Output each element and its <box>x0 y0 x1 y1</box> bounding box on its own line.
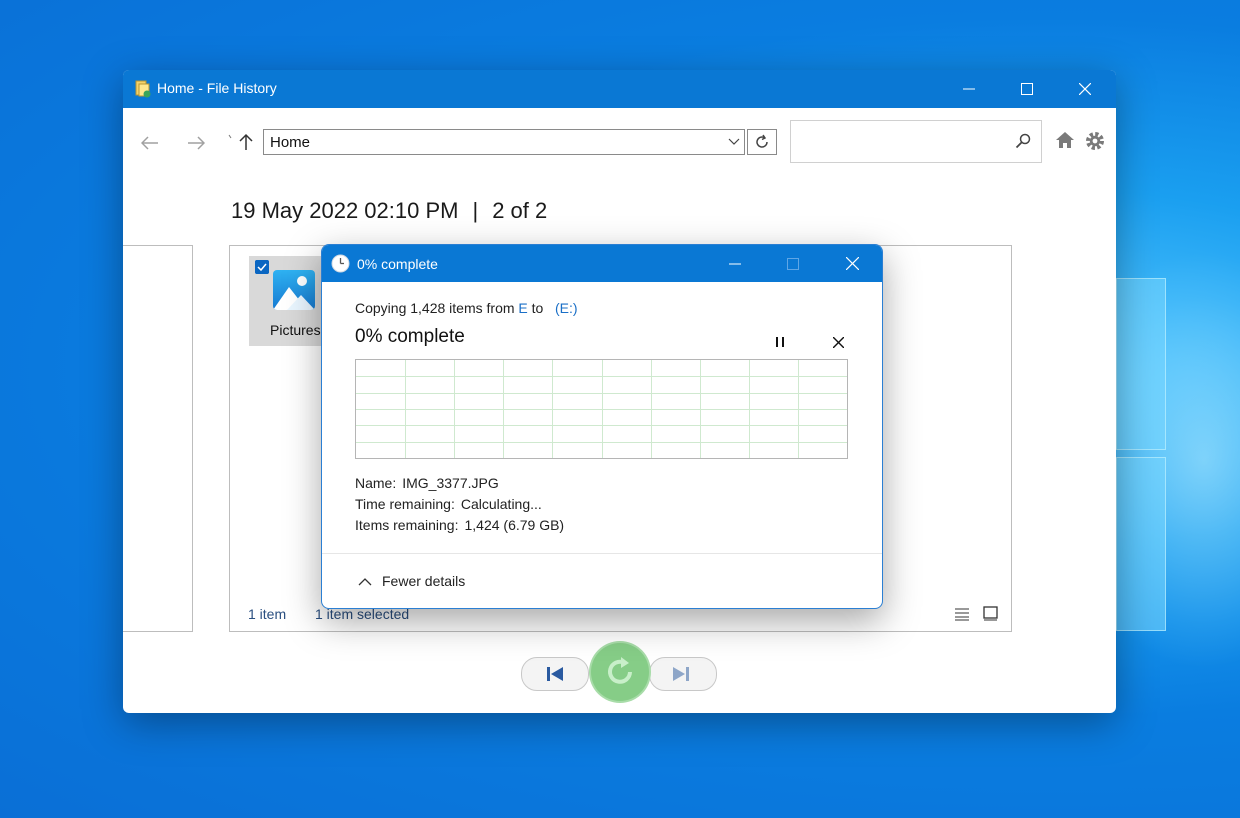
detail-value: IMG_3377.JPG <box>402 475 499 491</box>
copy-summary-text: Copying 1,428 items from <box>355 300 515 316</box>
dialog-close-button[interactable] <box>824 245 880 282</box>
close-icon <box>845 257 859 270</box>
window-title: Home - File History <box>157 80 277 96</box>
refresh-button[interactable] <box>747 129 777 155</box>
clock-icon <box>331 254 350 273</box>
dialog-maximize-button <box>765 245 821 282</box>
pause-icon <box>776 337 784 347</box>
forward-arrow-icon[interactable] <box>187 136 205 150</box>
details-view-icon[interactable] <box>955 607 969 621</box>
folder-label: Pictures <box>270 322 321 338</box>
search-icon[interactable] <box>1015 133 1031 149</box>
header-separator: | <box>472 198 479 223</box>
windows-logo-pane-bottom <box>1116 457 1166 631</box>
file-history-app-icon <box>135 80 151 98</box>
cancel-copy-button[interactable] <box>826 330 850 354</box>
fewer-details-label: Fewer details <box>382 573 466 589</box>
minimize-icon <box>729 263 741 264</box>
previous-version-pane[interactable] <box>123 245 193 632</box>
detail-value: Calculating... <box>460 496 542 512</box>
detail-name-row: Name: IMG_3377.JPG <box>355 475 499 491</box>
back-arrow-icon[interactable] <box>141 136 159 150</box>
maximize-disabled-icon <box>787 257 799 270</box>
detail-items-row: Items remaining: 1,424 (6.79 GB) <box>355 517 564 533</box>
search-input[interactable] <box>790 120 1042 163</box>
chevron-up-icon <box>358 577 372 585</box>
playback-controls <box>521 643 717 701</box>
previous-version-button[interactable] <box>521 657 589 691</box>
windows-logo-pane-top <box>1116 278 1166 450</box>
copy-progress-dialog: 0% complete Copying 1,428 items from E t… <box>321 244 883 609</box>
progress-percent: 0% complete <box>355 326 465 347</box>
dialog-title: 0% complete <box>357 256 438 272</box>
maximize-button[interactable] <box>998 70 1056 108</box>
dialog-divider <box>322 553 882 554</box>
minimize-icon <box>963 88 975 90</box>
gear-icon[interactable] <box>1085 131 1105 151</box>
navigation-bar: Home <box>123 108 1116 178</box>
large-icons-view-icon[interactable] <box>983 606 998 621</box>
destination-link[interactable]: (E:) <box>555 300 578 316</box>
pause-button[interactable] <box>768 330 792 354</box>
dialog-title-bar: 0% complete <box>322 245 882 282</box>
source-link[interactable]: E <box>518 300 527 316</box>
speed-graph-grid <box>356 360 847 458</box>
version-position: 2 of 2 <box>492 198 548 223</box>
restore-icon <box>608 657 632 684</box>
backup-date-header: 19 May 2022 02:10 PM | 2 of 2 <box>231 198 547 224</box>
address-text: Home <box>270 134 311 151</box>
item-count: 1 item <box>248 606 287 622</box>
checkbox-checked-icon[interactable] <box>255 260 269 274</box>
fewer-details-toggle[interactable]: Fewer details <box>358 573 465 589</box>
close-button[interactable] <box>1056 70 1114 108</box>
minimize-button[interactable] <box>940 70 998 108</box>
home-icon[interactable] <box>1055 131 1075 149</box>
recent-locations-chevron-icon[interactable] <box>228 134 234 140</box>
detail-label: Items remaining: <box>355 517 459 533</box>
skip-previous-icon <box>547 667 563 681</box>
chevron-down-icon[interactable] <box>728 135 740 147</box>
maximize-icon <box>1021 83 1033 95</box>
copy-summary: Copying 1,428 items from E to (E:) <box>355 300 578 316</box>
up-arrow-icon[interactable] <box>239 133 253 151</box>
skip-next-icon <box>673 667 689 681</box>
transfer-speed-graph <box>355 359 848 459</box>
detail-label: Time remaining: <box>355 496 455 512</box>
backup-date: 19 May 2022 02:10 PM <box>231 198 459 223</box>
address-bar[interactable]: Home <box>263 129 745 155</box>
title-bar: Home - File History <box>123 70 1116 108</box>
dialog-minimize-button[interactable] <box>707 245 763 282</box>
detail-time-row: Time remaining: Calculating... <box>355 496 542 512</box>
close-icon <box>832 336 844 348</box>
restore-button[interactable] <box>591 643 649 701</box>
detail-label: Name: <box>355 475 397 491</box>
close-icon <box>1079 83 1091 95</box>
detail-value: 1,424 (6.79 GB) <box>464 517 565 533</box>
next-version-button[interactable] <box>649 657 717 691</box>
to-word: to <box>531 300 544 316</box>
pictures-folder-icon <box>273 270 315 310</box>
refresh-icon <box>756 134 768 148</box>
